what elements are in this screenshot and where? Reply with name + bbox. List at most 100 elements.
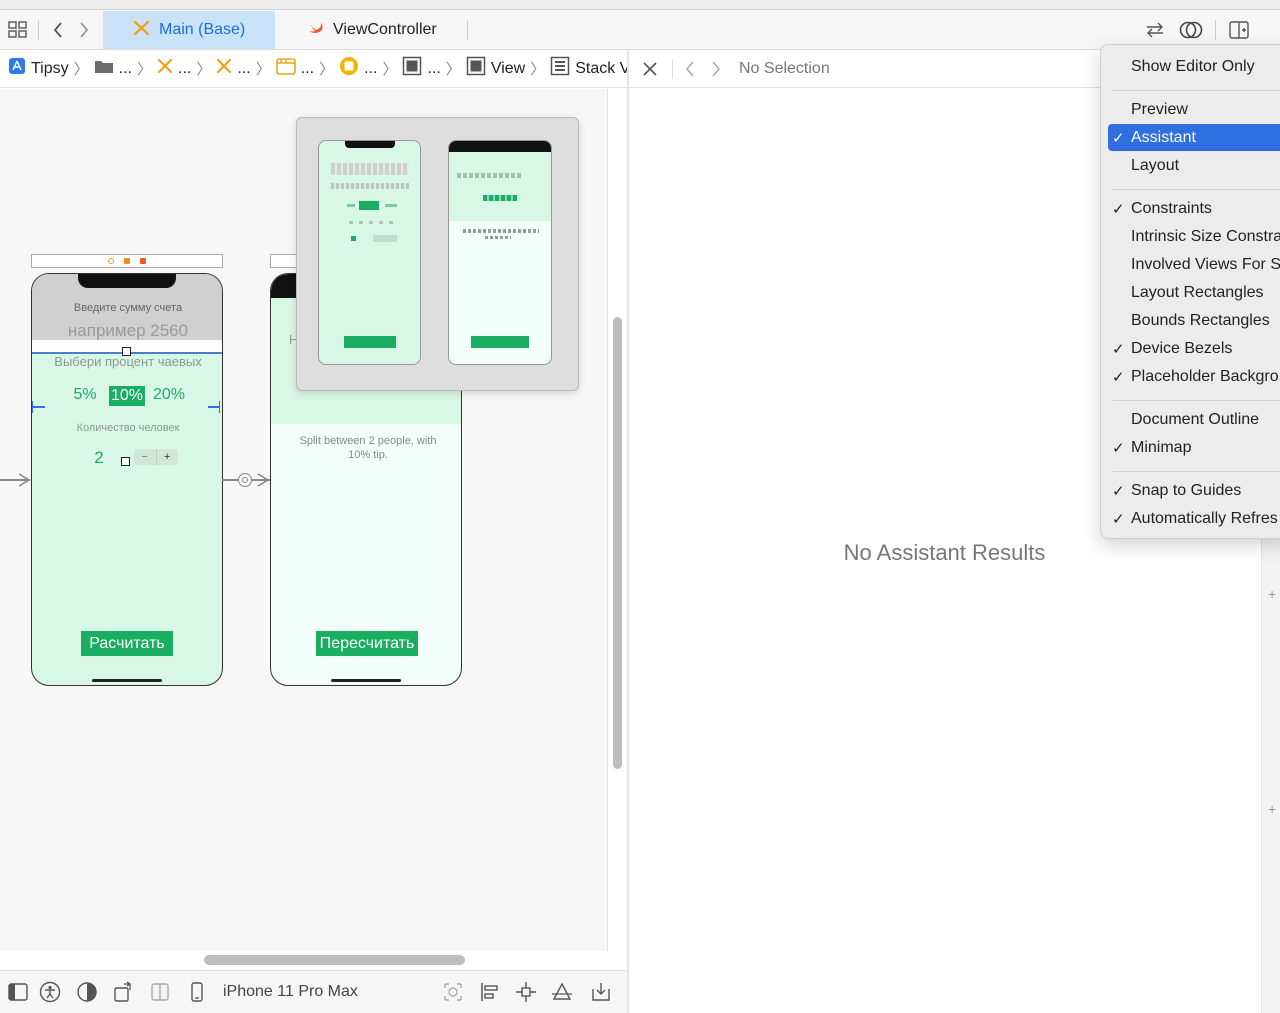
menu-item-label: Constraints (1131, 199, 1212, 217)
minimap-text-blur (463, 229, 539, 233)
breadcrumb-root-view[interactable]: ... (402, 56, 441, 81)
minimap-text-blur (331, 163, 409, 175)
menu-item-label: Show Editor Only (1131, 57, 1255, 75)
menu-item-document-outline[interactable]: Document Outline (1108, 406, 1280, 433)
recalculate-button[interactable]: Пересчитать (316, 631, 418, 656)
resolve-issues-icon[interactable] (551, 981, 573, 1003)
assistant-selection-label[interactable]: No Selection (739, 60, 830, 78)
menu-item-label: Assistant (1131, 128, 1196, 146)
tab-divider (467, 20, 468, 40)
breadcrumb-scene[interactable]: ... (275, 57, 314, 80)
stepper-minus-button[interactable]: − (134, 449, 157, 465)
resize-handle[interactable] (121, 457, 130, 466)
view-controller-dock-icon[interactable] (108, 258, 114, 264)
menu-item-snap-to-guides[interactable]: ✓ Snap to Guides (1108, 477, 1280, 504)
view-icon (466, 56, 486, 81)
segue-arrow-icon (256, 472, 270, 488)
people-stepper[interactable]: − + (134, 449, 178, 465)
app-project-icon (8, 57, 26, 80)
appearance-icon[interactable] (76, 981, 98, 1003)
nav-back-icon[interactable] (48, 20, 68, 40)
related-items-grid-icon[interactable] (7, 20, 29, 40)
scene-dock[interactable] (31, 254, 223, 268)
accessibility-icon[interactable] (39, 981, 61, 1003)
stepper-plus-button[interactable]: + (157, 449, 179, 465)
scene-calculate-phone[interactable]: Введите сумму счета например 2560 Выбери… (31, 273, 223, 686)
storyboard-icon (157, 58, 173, 79)
align-icon[interactable] (479, 981, 501, 1003)
orientation-icon[interactable] (112, 981, 134, 1003)
breadcrumb-view-controller[interactable]: ... (339, 56, 377, 81)
menu-item-device-bezels[interactable]: ✓ Device Bezels (1108, 335, 1280, 362)
nav-forward-icon[interactable] (708, 59, 724, 79)
embed-in-icon[interactable] (590, 981, 612, 1003)
menu-item-automatically-refresh[interactable]: ✓ Automatically Refres (1108, 505, 1280, 532)
stack-view-icon (550, 56, 570, 81)
menu-item-intrinsic-size-constraints[interactable]: Intrinsic Size Constra (1108, 223, 1280, 250)
menu-item-show-editor-only[interactable]: Show Editor Only (1108, 53, 1280, 80)
minimap-stepper (373, 235, 397, 242)
device-layout-icon[interactable] (149, 981, 171, 1003)
tab-viewcontroller[interactable]: ViewController (277, 11, 467, 49)
adjust-editor-options-icon[interactable] (1177, 19, 1205, 41)
add-constraints-icon[interactable] (515, 981, 537, 1003)
add-icon[interactable]: + (1268, 801, 1276, 817)
device-notch (78, 274, 176, 288)
minimap-overlay[interactable] (296, 117, 579, 391)
menu-item-preview[interactable]: Preview (1108, 96, 1280, 123)
tab-main-base[interactable]: Main (Base) (103, 11, 276, 49)
tip-20-button[interactable]: 20% (151, 386, 187, 404)
swap-editors-icon[interactable] (1143, 19, 1167, 41)
bill-text-field[interactable]: например 2560 (32, 321, 222, 341)
menu-item-assistant[interactable]: ✓ Assistant (1108, 124, 1280, 151)
breadcrumb-storyboard[interactable]: ... (157, 58, 191, 79)
breadcrumb-folder[interactable]: ... (94, 58, 132, 79)
vertical-scrollbar[interactable] (613, 317, 622, 769)
menu-item-involved-views[interactable]: Involved Views For S (1108, 251, 1280, 278)
editor-options-menu: Show Editor Only Preview ✓ Assistant Layo… (1100, 44, 1280, 539)
horizontal-scrollbar[interactable] (204, 955, 465, 965)
tip-10-button[interactable]: 10% (109, 386, 145, 406)
menu-separator (1113, 90, 1280, 91)
segue-icon[interactable] (238, 473, 252, 487)
minimap-scene-calculate[interactable] (318, 140, 421, 365)
menu-item-layout[interactable]: Layout (1108, 152, 1280, 179)
calculate-button[interactable]: Расчитать (81, 631, 173, 656)
breadcrumb-project[interactable]: Tipsy (8, 57, 69, 80)
add-editor-icon[interactable] (1227, 19, 1251, 41)
add-icon[interactable]: + (1268, 586, 1276, 602)
exit-dock-icon[interactable] (140, 258, 146, 264)
first-responder-dock-icon[interactable] (124, 258, 130, 264)
breadcrumb-storyboard-base[interactable]: ... (216, 58, 251, 79)
device-icon[interactable] (186, 981, 208, 1003)
menu-item-layout-rectangles[interactable]: Layout Rectangles (1108, 279, 1280, 306)
breadcrumb-chevron-icon: 〉 (255, 61, 271, 78)
menu-item-minimap[interactable]: ✓ Minimap (1108, 434, 1280, 461)
nav-back-icon[interactable] (682, 59, 698, 79)
update-frames-icon[interactable] (442, 981, 464, 1003)
close-icon[interactable] (641, 60, 659, 78)
breadcrumb-stack-view[interactable]: Stack View (550, 56, 628, 81)
scene-icon (275, 57, 296, 80)
people-count-label: 2 (94, 448, 104, 467)
minimap-scene-result[interactable] (448, 140, 552, 365)
breadcrumb-chevron-icon: 〉 (196, 61, 212, 78)
breadcrumb-label: ... (364, 59, 378, 77)
menu-item-placeholder-background[interactable]: ✓ Placeholder Backgro (1108, 363, 1280, 390)
menu-item-label: Minimap (1131, 438, 1192, 456)
menu-item-constraints[interactable]: ✓ Constraints (1108, 195, 1280, 222)
device-name-label[interactable]: iPhone 11 Pro Max (223, 983, 358, 1001)
nav-forward-icon[interactable] (74, 20, 94, 40)
bill-prompt-label: Введите сумму счета (73, 302, 183, 314)
menu-item-label: Bounds Rectangles (1131, 311, 1270, 329)
toolbar-divider (672, 59, 673, 79)
editor-split-divider[interactable] (627, 50, 629, 1013)
breadcrumb-view[interactable]: View (466, 56, 525, 81)
minimap-count (351, 236, 356, 241)
menu-item-bounds-rectangles[interactable]: Bounds Rectangles (1108, 307, 1280, 334)
tip-5-button[interactable]: 5% (70, 386, 100, 404)
breadcrumb-chevron-icon: 〉 (530, 61, 546, 78)
hide-outline-icon[interactable] (7, 981, 29, 1003)
storyboard-canvas[interactable]: Введите сумму счета например 2560 Выбери… (0, 89, 622, 965)
minimap-tip-option (385, 204, 397, 207)
